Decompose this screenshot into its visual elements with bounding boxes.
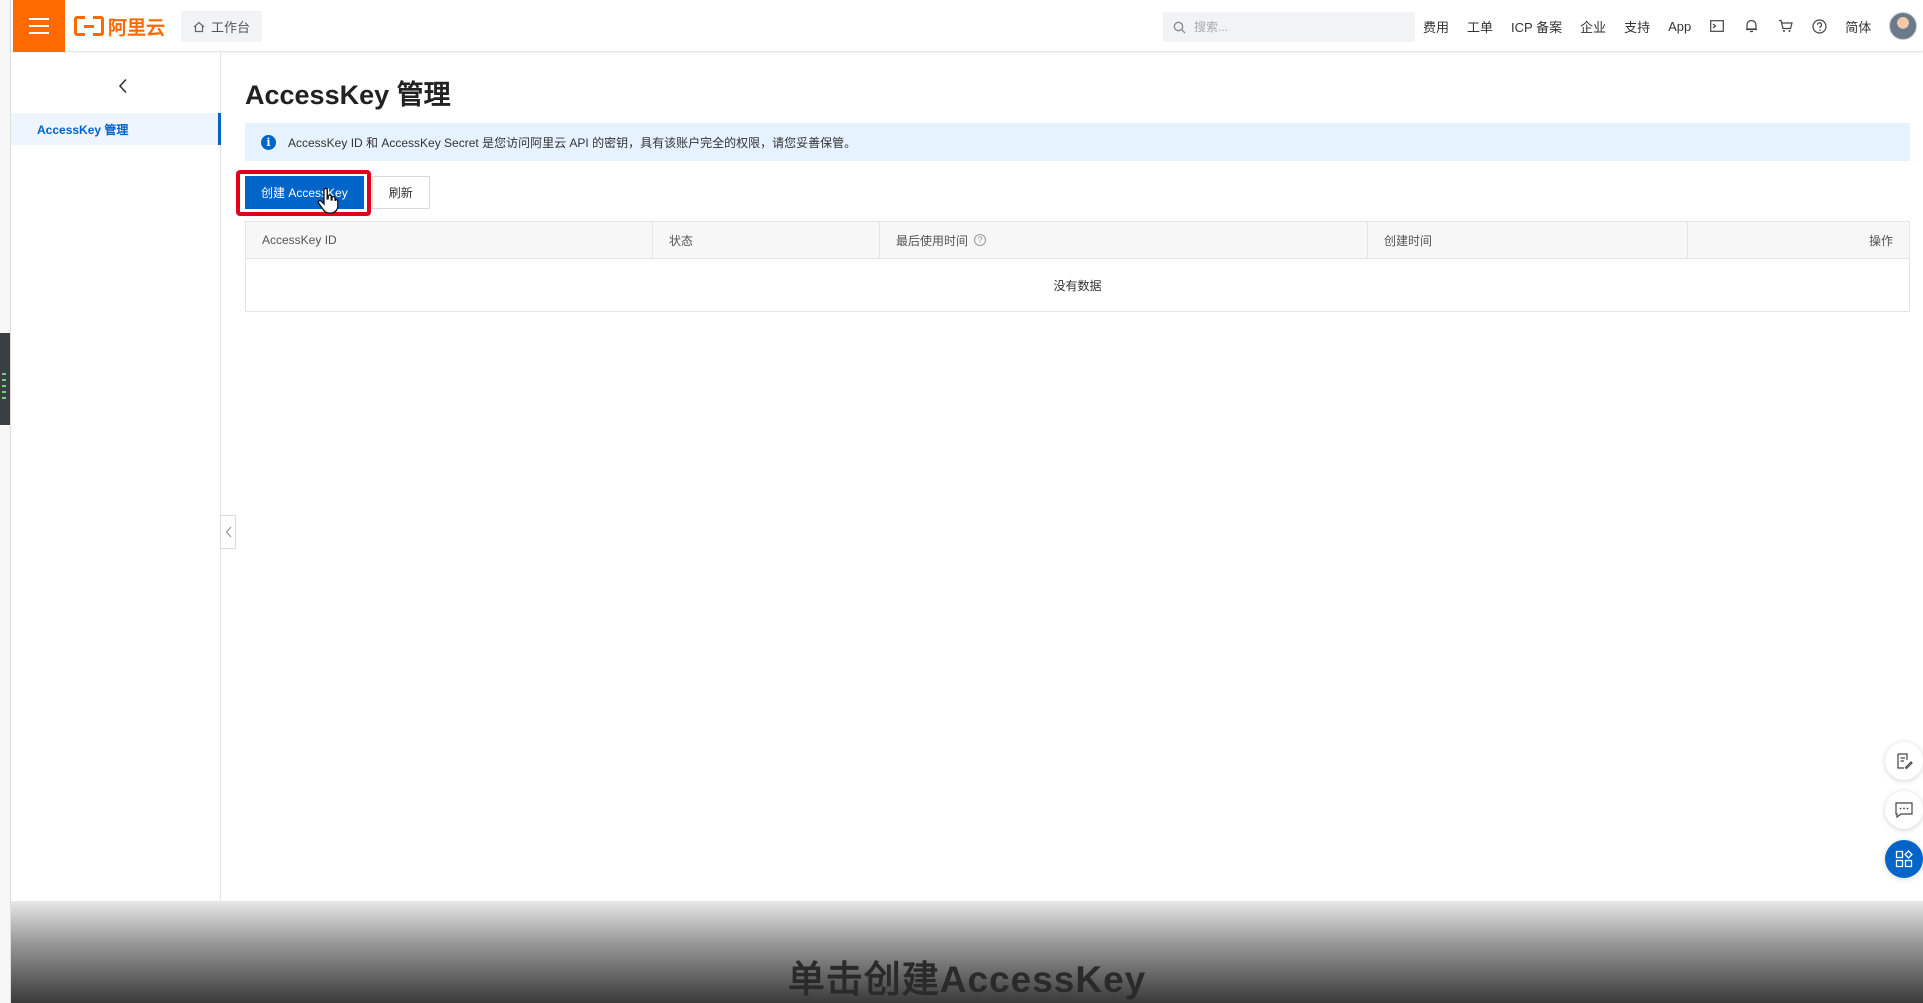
nav-billing[interactable]: 费用 [1423, 17, 1449, 36]
search-input[interactable] [1194, 20, 1394, 34]
table-header: AccessKey ID 状态 最后使用时间? 创建时间 操作 [246, 222, 1909, 259]
refresh-button[interactable]: 刷新 [371, 176, 430, 209]
page-title: AccessKey 管理 [245, 80, 451, 110]
edge-marker [0, 333, 10, 425]
apps-grid-icon [1895, 850, 1913, 868]
col-status: 状态 [653, 222, 880, 258]
avatar[interactable] [1889, 12, 1918, 40]
logo-mark-icon [74, 15, 104, 39]
window-edge-strip [0, 0, 11, 1003]
chat-button[interactable] [1885, 791, 1923, 829]
create-accesskey-button[interactable]: 创建 AccessKey [245, 176, 364, 209]
caption-text: 单击创建AccessKey [787, 959, 1147, 1000]
info-icon: i [261, 134, 276, 150]
accesskey-table: AccessKey ID 状态 最后使用时间? 创建时间 操作 没有数据 [245, 221, 1910, 312]
alert-text: AccessKey ID 和 AccessKey Secret 是您访问阿里云 … [288, 135, 857, 150]
top-bar: 阿里云 工作台 费用 工单 ICP 备案 企业 支持 App 简体 [11, 0, 1923, 52]
chat-icon [1895, 802, 1913, 818]
cart-icon[interactable] [1777, 18, 1793, 34]
help-icon[interactable] [1811, 18, 1827, 34]
empty-state: 没有数据 [1053, 278, 1102, 293]
chevron-left-icon [225, 526, 231, 538]
question-icon[interactable]: ? [974, 234, 987, 246]
feedback-edit-button[interactable] [1885, 742, 1923, 780]
side-nav: AccessKey 管理 [11, 53, 221, 901]
terminal-icon[interactable] [1709, 18, 1725, 34]
col-accesskey-id: AccessKey ID [246, 222, 653, 258]
video-caption-band: 单击创建AccessKey [11, 901, 1923, 1003]
edit-note-icon [1897, 753, 1913, 770]
info-alert: i AccessKey ID 和 AccessKey Secret 是您访问阿里… [245, 123, 1910, 161]
nav-ticket[interactable]: 工单 [1467, 17, 1493, 36]
language-switch[interactable]: 简体 [1845, 17, 1871, 36]
aliyun-logo[interactable]: 阿里云 [74, 14, 166, 39]
logo-text: 阿里云 [108, 17, 166, 39]
menu-button[interactable] [13, 0, 65, 52]
sidebar-item-accesskey[interactable]: AccessKey 管理 [11, 113, 221, 145]
col-actions: 操作 [1868, 233, 1893, 248]
sidebar-collapse-handle[interactable] [220, 515, 236, 549]
back-button[interactable] [111, 74, 135, 98]
search-icon [1173, 21, 1186, 33]
chevron-left-icon [118, 78, 127, 94]
home-icon [193, 21, 205, 32]
nav-icp[interactable]: ICP 备案 [1511, 17, 1562, 36]
apps-button[interactable] [1885, 840, 1923, 878]
col-created: 创建时间 [1368, 222, 1688, 258]
col-last-used: 最后使用时间? [880, 222, 1368, 258]
action-bar: 创建 AccessKey 刷新 [236, 170, 430, 216]
nav-enterprise[interactable]: 企业 [1580, 17, 1606, 36]
workbench-label: 工作台 [211, 20, 251, 35]
workbench-button[interactable]: 工作台 [181, 11, 263, 42]
nav-app[interactable]: App [1668, 19, 1691, 34]
bell-icon[interactable] [1743, 18, 1759, 34]
nav-support[interactable]: 支持 [1624, 17, 1650, 36]
top-nav: 费用 工单 ICP 备案 企业 支持 App 简体 [1423, 0, 1918, 52]
search-box[interactable] [1163, 12, 1415, 42]
create-button-wrap: 创建 AccessKey [236, 170, 371, 216]
